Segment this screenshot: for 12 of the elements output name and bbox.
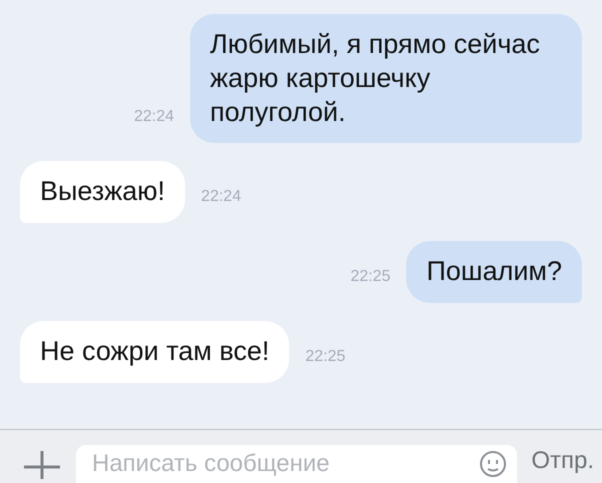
message-time: 22:24 bbox=[201, 187, 242, 207]
incoming-message-bubble: Не сожри там все! bbox=[20, 320, 290, 382]
message-time: 22:24 bbox=[134, 107, 174, 128]
send-button[interactable]: Отпр. bbox=[531, 443, 594, 483]
message-time: 22:25 bbox=[305, 346, 346, 366]
plus-icon[interactable] bbox=[22, 449, 62, 479]
outgoing-message-bubble: Пошалим? bbox=[406, 241, 582, 303]
smiley-icon[interactable] bbox=[479, 450, 508, 478]
message-time: 22:25 bbox=[350, 266, 390, 287]
incoming-message-bubble: Выезжаю! bbox=[20, 161, 186, 223]
outgoing-message-bubble: Любимый, я прямо сейчас жарю картошечку полуголой. bbox=[190, 14, 582, 144]
message-input-field[interactable]: Написать сообщение bbox=[76, 445, 518, 483]
